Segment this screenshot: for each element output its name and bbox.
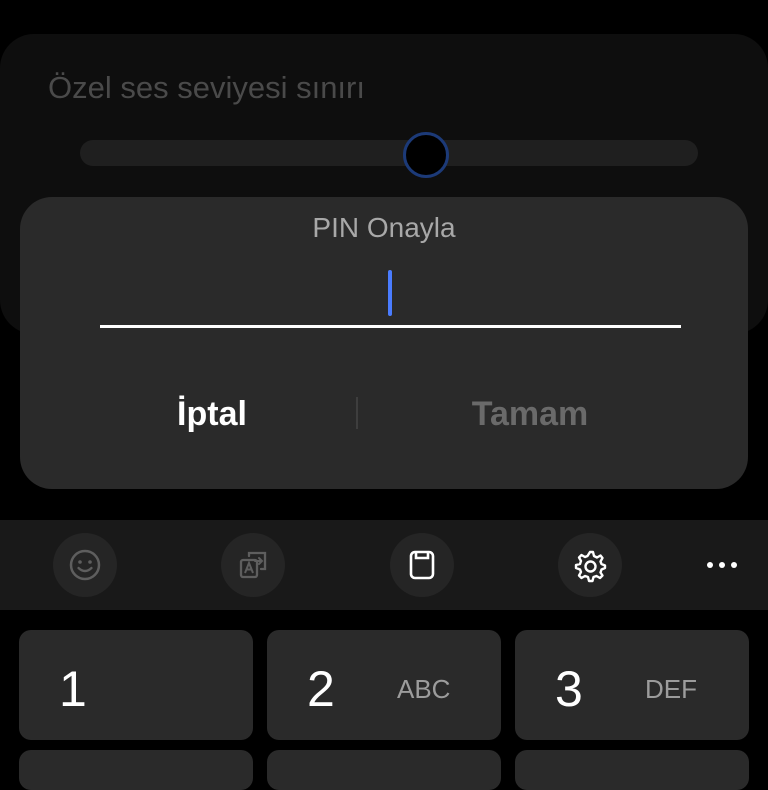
key-digit: 2 — [307, 661, 335, 717]
translate-icon — [239, 551, 267, 579]
text-cursor — [388, 270, 392, 316]
key-letters: ABC — [397, 674, 451, 704]
key-digit: 3 — [555, 661, 583, 717]
emoji-button[interactable] — [53, 533, 117, 597]
key-5[interactable] — [267, 750, 501, 790]
clipboard-button[interactable] — [390, 533, 454, 597]
button-divider — [356, 397, 358, 429]
ok-button[interactable]: Tamam — [410, 385, 650, 443]
key-6[interactable] — [515, 750, 749, 790]
key-4[interactable] — [19, 750, 253, 790]
settings-button[interactable] — [558, 533, 622, 597]
more-icon — [707, 562, 737, 568]
volume-limit-title: Özel ses seviyesi sınırı — [48, 70, 365, 105]
cancel-button[interactable]: İptal — [92, 385, 332, 443]
gear-icon — [574, 550, 607, 583]
key-3[interactable]: 3 DEF — [515, 630, 749, 740]
key-digit: 1 — [59, 661, 87, 717]
translate-button[interactable] — [221, 533, 285, 597]
key-letters: DEF — [645, 674, 697, 704]
key-2[interactable]: 2 ABC — [267, 630, 501, 740]
key-1[interactable]: 1 — [19, 630, 253, 740]
dialog-title: PIN Onayla — [312, 212, 456, 243]
volume-limit-slider-track[interactable] — [80, 140, 698, 166]
smiley-icon — [69, 549, 101, 581]
clipboard-icon — [409, 550, 435, 580]
volume-limit-slider-thumb[interactable] — [403, 132, 449, 178]
more-options-button[interactable] — [696, 545, 748, 585]
